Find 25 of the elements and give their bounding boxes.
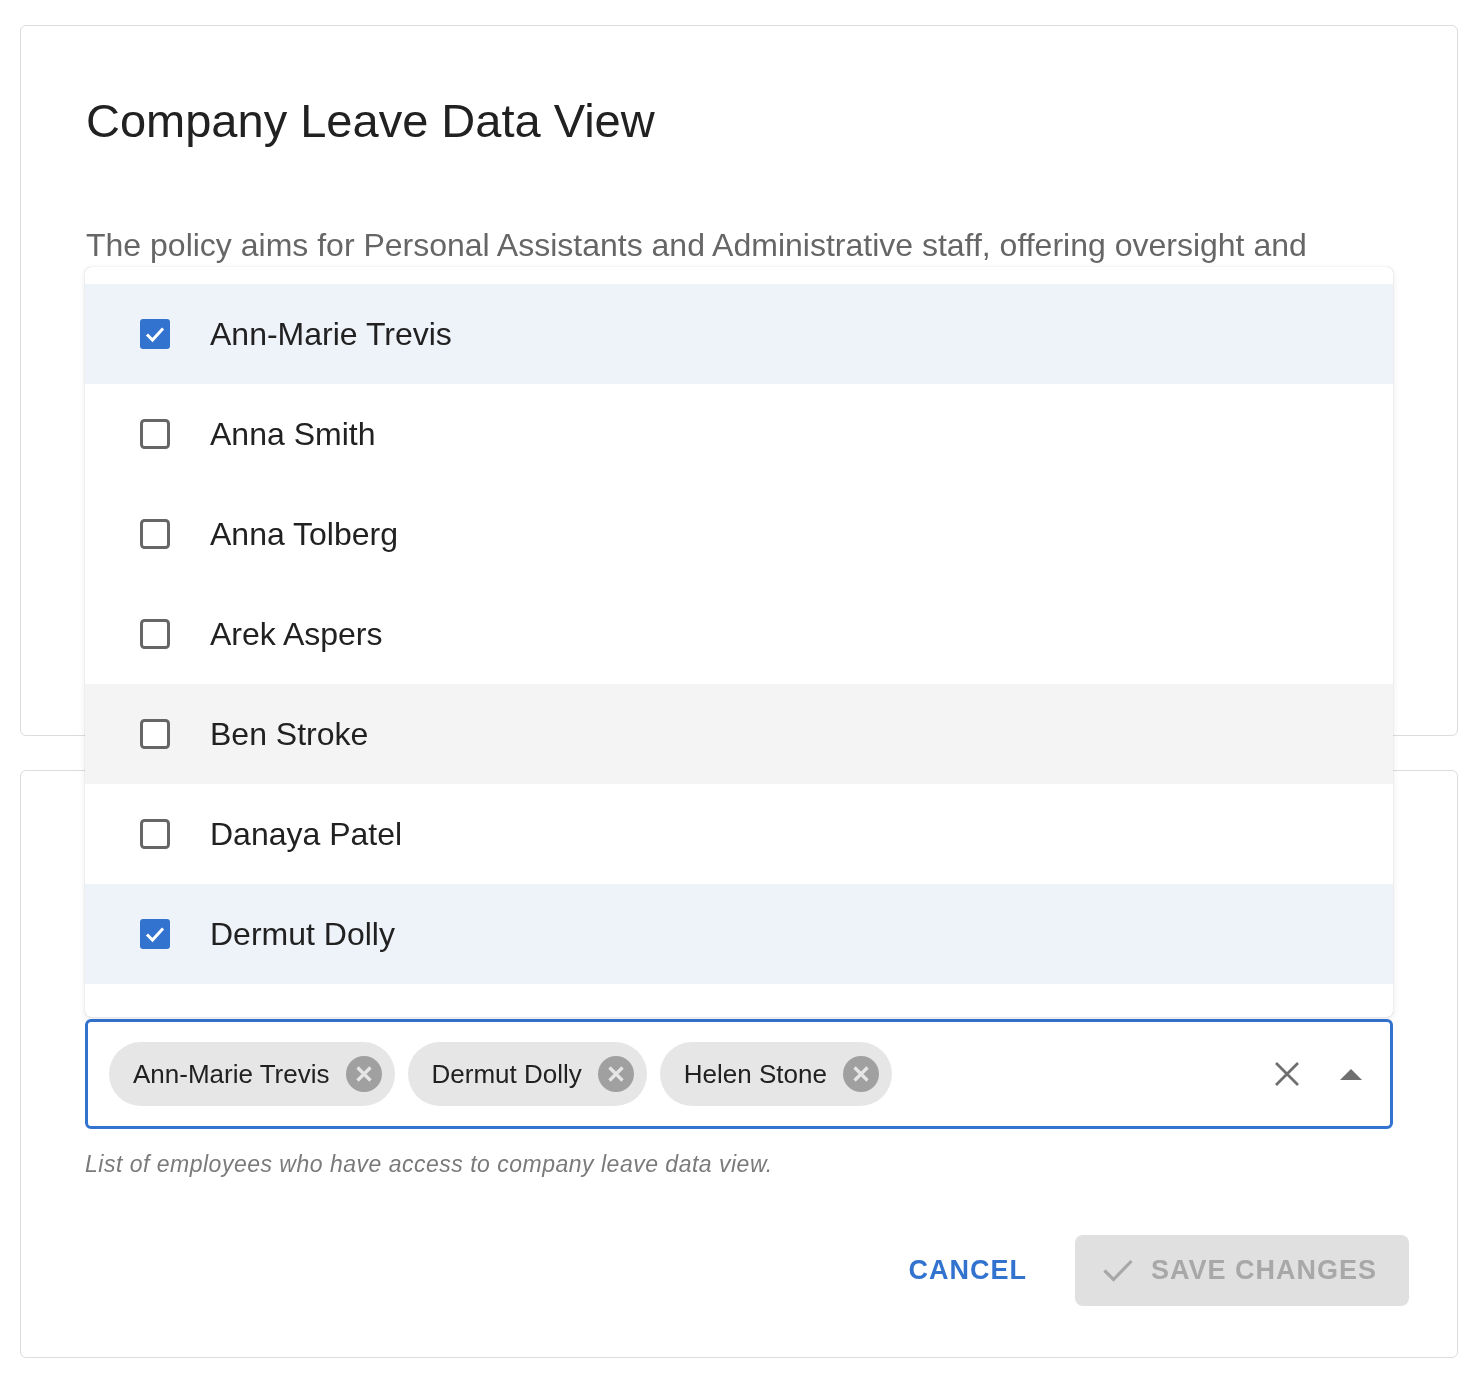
caret-up-icon[interactable] [1340, 1068, 1362, 1080]
employees-field[interactable]: Ann-Marie Trevis Dermut Dolly Helen Stone [85, 1019, 1393, 1129]
cancel-button[interactable]: CANCEL [892, 1235, 1043, 1306]
employee-chip[interactable]: Helen Stone [659, 1042, 892, 1106]
checkbox[interactable] [140, 519, 170, 549]
checked-checkbox[interactable] [140, 319, 170, 349]
check-icon [1102, 1259, 1133, 1282]
option-item[interactable]: Anna Smith [85, 384, 1393, 484]
checkbox[interactable] [140, 819, 170, 849]
employee-chip[interactable]: Dermut Dolly [407, 1042, 647, 1106]
checkbox[interactable] [140, 719, 170, 749]
checked-checkbox[interactable] [140, 919, 170, 949]
option-item[interactable]: Dermut Dolly [85, 884, 1393, 984]
option-item[interactable]: Anna Tolberg [85, 484, 1393, 584]
close-icon[interactable] [1275, 1062, 1299, 1086]
helper-text: List of employees who have access to company leave data view. [85, 1150, 774, 1179]
option-item[interactable]: Arek Aspers [85, 584, 1393, 684]
employee-chip[interactable]: Ann-Marie Trevis [109, 1042, 395, 1106]
card-title: Company Leave Data View [86, 93, 656, 149]
option-item[interactable]: Ben Stroke [85, 684, 1393, 784]
checkbox[interactable] [140, 619, 170, 649]
option-item[interactable]: Danaya Patel [85, 784, 1393, 884]
option-item[interactable]: Ann-Marie Trevis [85, 284, 1393, 384]
policy-description: The policy aims for Personal Assistants and Administrative staff, offering oversight and [86, 226, 1308, 265]
checkbox[interactable] [140, 419, 170, 449]
